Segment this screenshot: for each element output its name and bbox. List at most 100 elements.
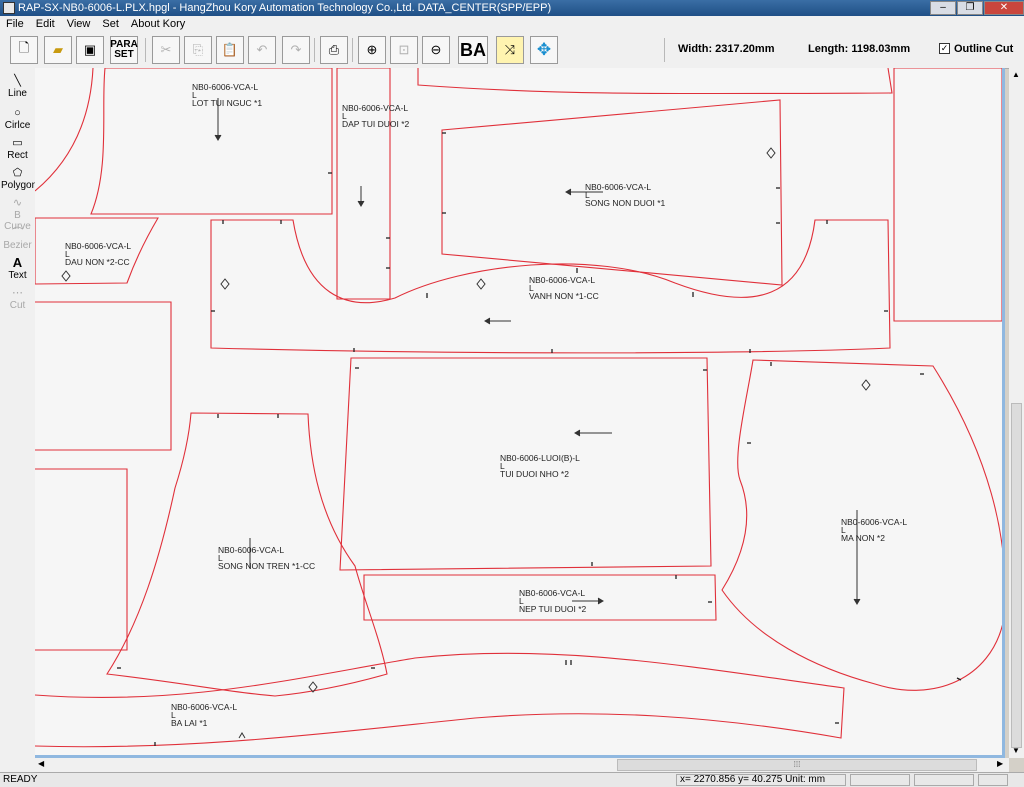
bcurve-icon: ∿ xyxy=(12,197,23,209)
text-icon: A xyxy=(12,255,23,270)
piece-ba-lai xyxy=(35,652,845,748)
menu-about[interactable]: About Kory xyxy=(131,18,185,30)
tool-cut-label: Cut xyxy=(9,300,26,311)
tool-line[interactable]: ╲ Line xyxy=(1,74,34,99)
sort-button[interactable]: ⤨ xyxy=(496,36,524,64)
tool-polygon[interactable]: ⬠ Polygon xyxy=(1,166,38,191)
outline-cut-label: Outline Cut xyxy=(954,43,1014,55)
toolbar: 🗋 ▰ ▣ PARA SET ✂ ⎘ 📋 ↶ ↷ ⎙ ⊕ ⊡ ⊖ BA ⤨ ✥ … xyxy=(0,32,1024,69)
status-coordinates: x= 2270.856 y= 40.275 Unit: mm xyxy=(680,774,826,785)
piece-label: NB0-6006-VCA-L L LOT TUI NGUC *1 xyxy=(192,82,263,108)
piece-label: NB0-6006-LUOI(B)-L L TUI DUOI NHO *2 xyxy=(500,453,580,479)
folder-icon: ▰ xyxy=(53,42,63,57)
restore-button[interactable]: ❐ xyxy=(957,1,983,15)
piece-label: NB0-6006-VCA-L L BA LAI *1 xyxy=(171,702,238,728)
status-ready: READY xyxy=(3,774,38,785)
horizontal-scroll-thumb[interactable]: ⁞⁞⁞ xyxy=(617,759,977,771)
tool-text[interactable]: A Text xyxy=(1,255,34,282)
save-icon: ▣ xyxy=(83,42,97,57)
copy-icon: ⎘ xyxy=(192,42,204,57)
circle-icon: ○ xyxy=(14,107,21,119)
piece-right-tall xyxy=(893,68,1002,322)
piece-label: NB0-6006-VCA-L L DAP TUI DUOI *2 xyxy=(342,103,410,129)
tool-line-label: Line xyxy=(8,88,27,99)
redo-icon: ↷ xyxy=(290,42,302,57)
tool-palette: ╲ Line ○ Cirlce ▭ Rect ⬠ Polygon ∿ B Curve ⌒ B… xyxy=(0,68,38,772)
pattern-pieces xyxy=(35,68,1002,748)
vertical-scroll-thumb[interactable] xyxy=(1011,403,1022,748)
menu-view[interactable]: View xyxy=(67,18,91,30)
piece-left-rect xyxy=(35,301,172,451)
piece-label: NB0-6006-VCA-L L SONG NON DUOI *1 xyxy=(585,182,666,208)
piece-corner-sliver xyxy=(35,68,94,192)
width-readout: Width: 2317.20mm xyxy=(678,43,775,55)
scroll-right-icon[interactable]: ▶ xyxy=(997,759,1003,768)
redo-button[interactable]: ↷ xyxy=(282,36,310,64)
paste-icon: 📋 xyxy=(221,42,239,57)
status-bar: READY x= 2270.856 y= 40.275 Unit: mm xyxy=(0,772,1024,787)
window-title: RAP-SX-NB0-6006-L.PLX.hpgl - HangZhou Ko… xyxy=(18,2,552,14)
new-file-button[interactable]: 🗋 xyxy=(10,36,38,64)
piece-label: NB0-6006-VCA-L L MA NON *2 xyxy=(841,517,908,543)
zoom-in-icon: ⊕ xyxy=(366,42,378,57)
para-set-button[interactable]: PARA SET xyxy=(110,36,138,64)
piece-left-lower xyxy=(35,468,128,651)
tool-rect-label: Rect xyxy=(7,150,28,161)
printer-icon: ⎙ xyxy=(328,42,340,57)
scroll-left-icon[interactable]: ◀ xyxy=(38,759,44,768)
tool-rect[interactable]: ▭ Rect xyxy=(1,136,34,161)
undo-icon: ↶ xyxy=(256,42,268,57)
save-button[interactable]: ▣ xyxy=(76,36,104,64)
zoom-out-icon: ⊖ xyxy=(430,42,442,57)
line-icon: ╲ xyxy=(14,75,21,87)
piece-label: NB0-6006-VCA-L L VANH NON *1-CC xyxy=(529,275,599,301)
polygon-icon: ⬠ xyxy=(12,167,23,179)
close-button[interactable]: ✕ xyxy=(984,1,1024,15)
minimize-button[interactable]: – xyxy=(930,1,956,15)
drawing-canvas[interactable]: NB0-6006-VCA-L L LOT TUI NGUC *1 NB0-6006-… xyxy=(35,68,1005,758)
paste-button[interactable]: 📋 xyxy=(216,36,244,64)
cut-button[interactable]: ✂ xyxy=(152,36,180,64)
print-button[interactable]: ⎙ xyxy=(320,36,348,64)
menu-bar: File Edit View Set About Kory xyxy=(0,16,1024,32)
length-readout: Length: 1198.03mm xyxy=(808,43,911,55)
title-bar: RAP-SX-NB0-6006-L.PLX.hpgl - HangZhou Ko… xyxy=(0,0,1024,16)
piece-label: NB0-6006-VCA-L L DAU NON *2-CC xyxy=(65,241,132,267)
piece-top-strip xyxy=(417,68,893,95)
new-file-icon: 🗋 xyxy=(18,40,30,55)
undo-button[interactable]: ↶ xyxy=(248,36,276,64)
tool-polygon-label: Polygon xyxy=(1,180,38,191)
tool-bezier-label: Bezier xyxy=(3,240,32,251)
scroll-up-icon[interactable]: ▲ xyxy=(1012,70,1020,79)
cross-arrows-icon: ⤨ xyxy=(504,42,516,57)
zoom-window-icon: ⊡ xyxy=(398,42,410,57)
tool-circle[interactable]: ○ Cirlce xyxy=(1,106,34,131)
menu-edit[interactable]: Edit xyxy=(36,18,55,30)
rect-icon: ▭ xyxy=(12,137,23,149)
cut-icon: ⋯ xyxy=(12,287,23,299)
piece-label: NB0-6006-VCA-L L NEP TUI DUOI *2 xyxy=(519,588,587,614)
move-arrows-icon: ✥ xyxy=(536,40,552,59)
zoom-window-button[interactable]: ⊡ xyxy=(390,36,418,64)
set-label: SET xyxy=(114,49,134,60)
grain-arrow-ba-lai xyxy=(238,732,246,739)
copy-button[interactable]: ⎘ xyxy=(184,36,212,64)
bezier-icon: ⌒ xyxy=(12,227,23,239)
tool-cut[interactable]: ⋯ Cut xyxy=(1,286,34,311)
zoom-in-button[interactable]: ⊕ xyxy=(358,36,386,64)
outline-cut-checkbox[interactable]: ✓ xyxy=(939,43,950,54)
move-button[interactable]: ✥ xyxy=(530,36,558,64)
menu-set[interactable]: Set xyxy=(102,18,119,30)
horizontal-scrollbar[interactable]: ◀ ⁞⁞⁞ ▶ xyxy=(35,758,1009,772)
menu-file[interactable]: File xyxy=(6,18,24,30)
zoom-out-button[interactable]: ⊖ xyxy=(422,36,450,64)
scissors-icon: ✂ xyxy=(160,42,172,57)
open-button[interactable]: ▰ xyxy=(44,36,72,64)
ba-button[interactable]: BA xyxy=(458,36,488,64)
piece-label: NB0-6006-VCA-L L SONG NON TREN *1-CC xyxy=(218,545,316,571)
app-icon xyxy=(3,2,15,14)
vertical-scrollbar[interactable]: ▲ ▼ xyxy=(1009,68,1024,758)
tool-text-label: Text xyxy=(8,270,27,281)
tool-bezier[interactable]: ⌒ Bezier xyxy=(1,226,34,251)
scroll-down-icon[interactable]: ▼ xyxy=(1012,746,1020,755)
